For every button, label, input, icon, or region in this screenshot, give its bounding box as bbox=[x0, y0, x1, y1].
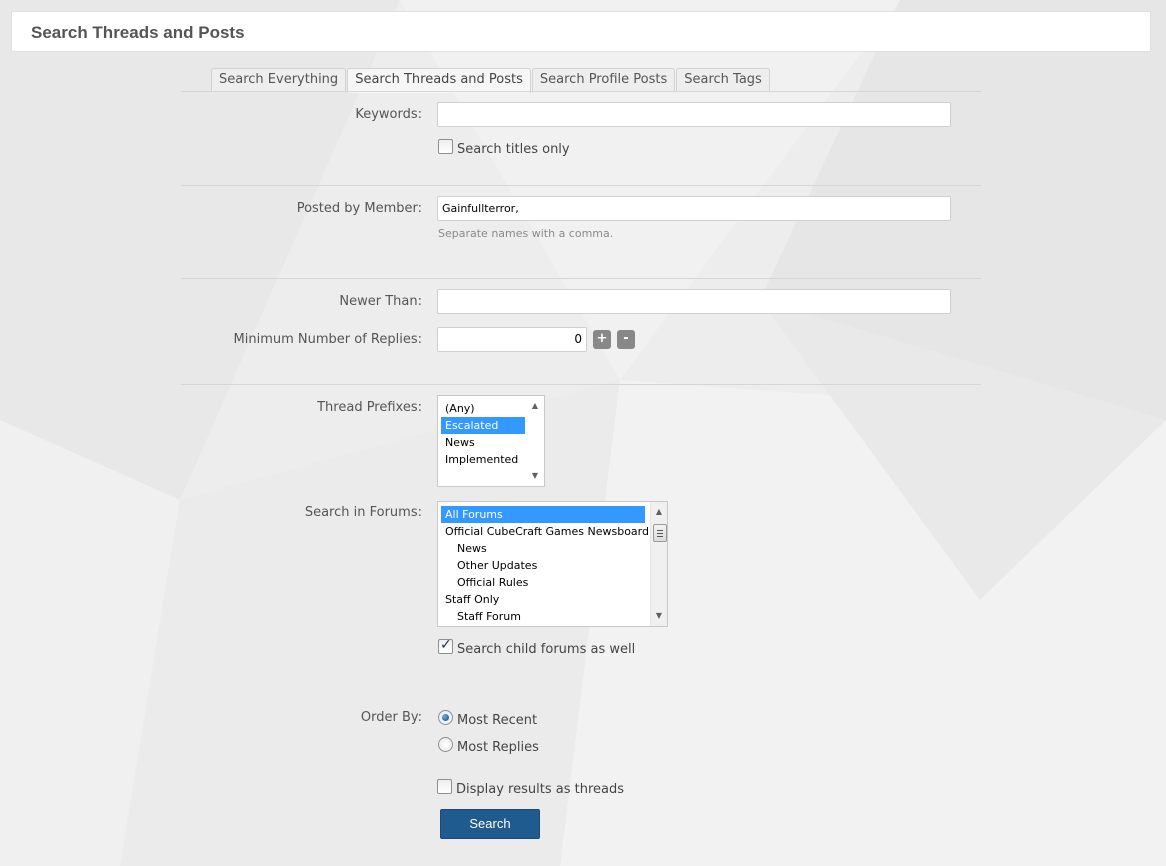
prefixes-scrollbar[interactable]: ▲ ▼ bbox=[527, 396, 544, 486]
forums-listbox[interactable]: All Forums Official CubeCraft Games News… bbox=[437, 501, 668, 627]
newer-than-input[interactable] bbox=[437, 289, 951, 314]
forums-scrollbar[interactable]: ▲ ▼ bbox=[650, 502, 667, 626]
forum-option[interactable]: Staff Forum bbox=[441, 608, 645, 625]
divider bbox=[181, 384, 981, 385]
most-recent-radio[interactable] bbox=[438, 710, 453, 725]
most-replies-label: Most Replies bbox=[457, 740, 539, 755]
display-as-threads-label: Display results as threads bbox=[456, 782, 624, 797]
title-bar: Search Threads and Posts bbox=[11, 11, 1151, 52]
search-button[interactable]: Search bbox=[440, 809, 540, 839]
search-tabs: Search Everything Search Threads and Pos… bbox=[211, 68, 771, 93]
search-child-forums-checkbox[interactable]: ✓ bbox=[438, 637, 453, 654]
prefix-option[interactable]: (Any) bbox=[441, 400, 525, 417]
forum-option[interactable]: Other Updates bbox=[441, 557, 645, 574]
forum-option[interactable]: Official CubeCraft Games Newsboard bbox=[441, 523, 649, 540]
search-in-forums-label: Search in Forums: bbox=[304, 505, 422, 520]
decrement-button[interactable]: - bbox=[617, 330, 635, 349]
keywords-label: Keywords: bbox=[355, 107, 422, 122]
thread-prefixes-label: Thread Prefixes: bbox=[317, 400, 422, 415]
increment-button[interactable]: + bbox=[593, 330, 611, 349]
tab-search-tags[interactable]: Search Tags bbox=[676, 68, 770, 92]
radio-selected-dot bbox=[442, 714, 449, 721]
scroll-up-arrow-icon[interactable]: ▲ bbox=[527, 398, 543, 414]
checkmark-icon: ✓ bbox=[440, 637, 452, 653]
order-by-label: Order By: bbox=[360, 710, 422, 725]
forum-option-selected[interactable]: All Forums bbox=[441, 506, 645, 523]
keywords-input[interactable] bbox=[437, 102, 951, 127]
min-replies-label: Minimum Number of Replies: bbox=[233, 332, 422, 347]
tab-search-everything[interactable]: Search Everything bbox=[211, 68, 347, 92]
forum-option[interactable]: Staff Only bbox=[441, 591, 645, 608]
posted-by-hint: Separate names with a comma. bbox=[438, 227, 614, 240]
scroll-thumb[interactable] bbox=[653, 524, 667, 542]
most-recent-label: Most Recent bbox=[457, 713, 538, 728]
scroll-down-arrow-icon[interactable]: ▼ bbox=[651, 608, 667, 624]
posted-by-input[interactable]: Gainfullterror, bbox=[437, 196, 951, 221]
posted-by-label: Posted by Member: bbox=[296, 201, 422, 216]
divider bbox=[181, 278, 981, 279]
search-page: Search Threads and Posts Search Everythi… bbox=[0, 0, 1166, 866]
newer-than-label: Newer Than: bbox=[339, 294, 422, 309]
thread-prefixes-listbox[interactable]: (Any) Escalated News Implemented ▲ ▼ bbox=[437, 395, 545, 487]
divider bbox=[181, 91, 981, 92]
scroll-down-arrow-icon[interactable]: ▼ bbox=[527, 468, 543, 484]
prefix-option[interactable]: Implemented bbox=[441, 451, 525, 468]
search-child-forums-label: Search child forums as well bbox=[457, 642, 636, 657]
divider bbox=[181, 185, 981, 186]
search-titles-only-label: Search titles only bbox=[457, 142, 570, 157]
min-replies-input[interactable]: 0 bbox=[437, 327, 587, 352]
forum-option[interactable]: News bbox=[441, 540, 645, 557]
tab-search-profile-posts[interactable]: Search Profile Posts bbox=[531, 68, 676, 92]
prefix-option[interactable]: News bbox=[441, 434, 525, 451]
scroll-up-arrow-icon[interactable]: ▲ bbox=[651, 504, 667, 520]
tab-search-threads-and-posts[interactable]: Search Threads and Posts bbox=[347, 68, 531, 93]
display-as-threads-checkbox[interactable] bbox=[437, 779, 452, 794]
page-title: Search Threads and Posts bbox=[31, 23, 245, 42]
prefix-option-selected[interactable]: Escalated bbox=[441, 417, 525, 434]
search-titles-only-checkbox[interactable] bbox=[438, 139, 453, 154]
most-replies-radio[interactable] bbox=[438, 737, 453, 752]
forum-option[interactable]: Official Rules bbox=[441, 574, 645, 591]
